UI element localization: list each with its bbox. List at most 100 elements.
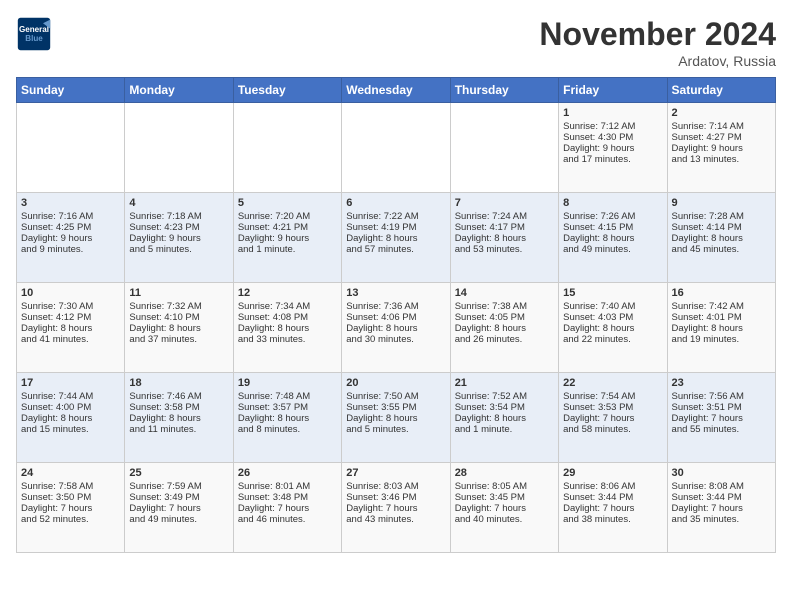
day-info-line: Sunrise: 7:56 AM xyxy=(672,391,771,402)
calendar-table: SundayMondayTuesdayWednesdayThursdayFrid… xyxy=(16,77,776,553)
day-info-line: Sunrise: 7:44 AM xyxy=(21,391,120,402)
day-info-line: Sunrise: 7:54 AM xyxy=(563,391,662,402)
page-header: General Blue November 2024 Ardatov, Russ… xyxy=(16,16,776,69)
day-number: 12 xyxy=(238,287,337,299)
day-info-line: and 33 minutes. xyxy=(238,334,337,345)
calendar-cell: 16Sunrise: 7:42 AMSunset: 4:01 PMDayligh… xyxy=(667,283,775,373)
weekday-header-saturday: Saturday xyxy=(667,78,775,103)
day-info-line: Daylight: 8 hours xyxy=(346,233,445,244)
day-info-line: Sunrise: 7:22 AM xyxy=(346,211,445,222)
day-info-line: Sunrise: 7:30 AM xyxy=(21,301,120,312)
day-info-line: Daylight: 9 hours xyxy=(672,143,771,154)
day-info-line: and 58 minutes. xyxy=(563,424,662,435)
day-info-line: Sunrise: 7:26 AM xyxy=(563,211,662,222)
day-number: 2 xyxy=(672,107,771,119)
day-info-line: Sunset: 4:03 PM xyxy=(563,312,662,323)
day-number: 3 xyxy=(21,197,120,209)
weekday-header-tuesday: Tuesday xyxy=(233,78,341,103)
day-number: 8 xyxy=(563,197,662,209)
day-number: 14 xyxy=(455,287,554,299)
day-info-line: and 30 minutes. xyxy=(346,334,445,345)
day-info-line: Sunrise: 7:42 AM xyxy=(672,301,771,312)
day-info-line: Daylight: 7 hours xyxy=(563,413,662,424)
day-number: 1 xyxy=(563,107,662,119)
calendar-cell xyxy=(450,103,558,193)
logo-icon: General Blue xyxy=(16,16,52,52)
day-info-line: Daylight: 8 hours xyxy=(455,413,554,424)
day-info-line: Daylight: 7 hours xyxy=(455,503,554,514)
day-number: 4 xyxy=(129,197,228,209)
day-info-line: and 57 minutes. xyxy=(346,244,445,255)
calendar-cell: 4Sunrise: 7:18 AMSunset: 4:23 PMDaylight… xyxy=(125,193,233,283)
day-info-line: Sunset: 4:12 PM xyxy=(21,312,120,323)
day-info-line: and 53 minutes. xyxy=(455,244,554,255)
day-info-line: Sunrise: 7:40 AM xyxy=(563,301,662,312)
day-info-line: and 49 minutes. xyxy=(129,514,228,525)
calendar-cell: 26Sunrise: 8:01 AMSunset: 3:48 PMDayligh… xyxy=(233,463,341,553)
weekday-header-monday: Monday xyxy=(125,78,233,103)
day-number: 19 xyxy=(238,377,337,389)
day-info-line: Daylight: 8 hours xyxy=(129,413,228,424)
day-info-line: Sunset: 4:23 PM xyxy=(129,222,228,233)
day-number: 5 xyxy=(238,197,337,209)
day-number: 10 xyxy=(21,287,120,299)
calendar-body: 1Sunrise: 7:12 AMSunset: 4:30 PMDaylight… xyxy=(17,103,776,553)
calendar-cell: 19Sunrise: 7:48 AMSunset: 3:57 PMDayligh… xyxy=(233,373,341,463)
calendar-cell: 7Sunrise: 7:24 AMSunset: 4:17 PMDaylight… xyxy=(450,193,558,283)
day-info-line: Sunset: 3:54 PM xyxy=(455,402,554,413)
calendar-cell: 9Sunrise: 7:28 AMSunset: 4:14 PMDaylight… xyxy=(667,193,775,283)
day-number: 26 xyxy=(238,467,337,479)
day-info-line: Sunset: 3:50 PM xyxy=(21,492,120,503)
day-info-line: Daylight: 8 hours xyxy=(563,323,662,334)
day-info-line: and 9 minutes. xyxy=(21,244,120,255)
day-info-line: and 43 minutes. xyxy=(346,514,445,525)
day-info-line: Sunrise: 7:34 AM xyxy=(238,301,337,312)
calendar-cell: 17Sunrise: 7:44 AMSunset: 4:00 PMDayligh… xyxy=(17,373,125,463)
day-number: 23 xyxy=(672,377,771,389)
weekday-header-wednesday: Wednesday xyxy=(342,78,450,103)
calendar-week-row: 3Sunrise: 7:16 AMSunset: 4:25 PMDaylight… xyxy=(17,193,776,283)
day-info-line: Sunrise: 7:38 AM xyxy=(455,301,554,312)
day-info-line: and 8 minutes. xyxy=(238,424,337,435)
day-number: 18 xyxy=(129,377,228,389)
day-info-line: Daylight: 8 hours xyxy=(21,413,120,424)
day-info-line: Sunset: 3:44 PM xyxy=(563,492,662,503)
day-info-line: Sunrise: 7:28 AM xyxy=(672,211,771,222)
day-info-line: and 45 minutes. xyxy=(672,244,771,255)
day-info-line: Sunset: 4:27 PM xyxy=(672,132,771,143)
day-info-line: Sunset: 4:08 PM xyxy=(238,312,337,323)
location-subtitle: Ardatov, Russia xyxy=(539,53,776,69)
day-info-line: and 41 minutes. xyxy=(21,334,120,345)
day-info-line: Sunrise: 7:46 AM xyxy=(129,391,228,402)
day-info-line: Daylight: 8 hours xyxy=(238,413,337,424)
calendar-cell: 8Sunrise: 7:26 AMSunset: 4:15 PMDaylight… xyxy=(559,193,667,283)
day-info-line: Sunset: 4:15 PM xyxy=(563,222,662,233)
weekday-header-sunday: Sunday xyxy=(17,78,125,103)
day-info-line: Daylight: 7 hours xyxy=(21,503,120,514)
day-info-line: Daylight: 7 hours xyxy=(346,503,445,514)
day-info-line: and 46 minutes. xyxy=(238,514,337,525)
day-number: 11 xyxy=(129,287,228,299)
day-info-line: Sunset: 4:25 PM xyxy=(21,222,120,233)
day-info-line: and 35 minutes. xyxy=(672,514,771,525)
day-info-line: Sunset: 3:55 PM xyxy=(346,402,445,413)
day-number: 29 xyxy=(563,467,662,479)
day-info-line: and 15 minutes. xyxy=(21,424,120,435)
day-info-line: Sunrise: 7:58 AM xyxy=(21,481,120,492)
day-info-line: Sunrise: 7:59 AM xyxy=(129,481,228,492)
day-info-line: Sunset: 3:51 PM xyxy=(672,402,771,413)
day-number: 28 xyxy=(455,467,554,479)
day-info-line: Daylight: 7 hours xyxy=(129,503,228,514)
day-info-line: Daylight: 8 hours xyxy=(455,233,554,244)
day-info-line: and 22 minutes. xyxy=(563,334,662,345)
calendar-cell: 27Sunrise: 8:03 AMSunset: 3:46 PMDayligh… xyxy=(342,463,450,553)
day-info-line: and 19 minutes. xyxy=(672,334,771,345)
day-info-line: Sunrise: 8:06 AM xyxy=(563,481,662,492)
day-info-line: Daylight: 9 hours xyxy=(21,233,120,244)
calendar-cell: 15Sunrise: 7:40 AMSunset: 4:03 PMDayligh… xyxy=(559,283,667,373)
calendar-cell: 6Sunrise: 7:22 AMSunset: 4:19 PMDaylight… xyxy=(342,193,450,283)
calendar-cell xyxy=(233,103,341,193)
day-info-line: Sunset: 4:06 PM xyxy=(346,312,445,323)
day-info-line: Sunset: 4:05 PM xyxy=(455,312,554,323)
day-number: 13 xyxy=(346,287,445,299)
